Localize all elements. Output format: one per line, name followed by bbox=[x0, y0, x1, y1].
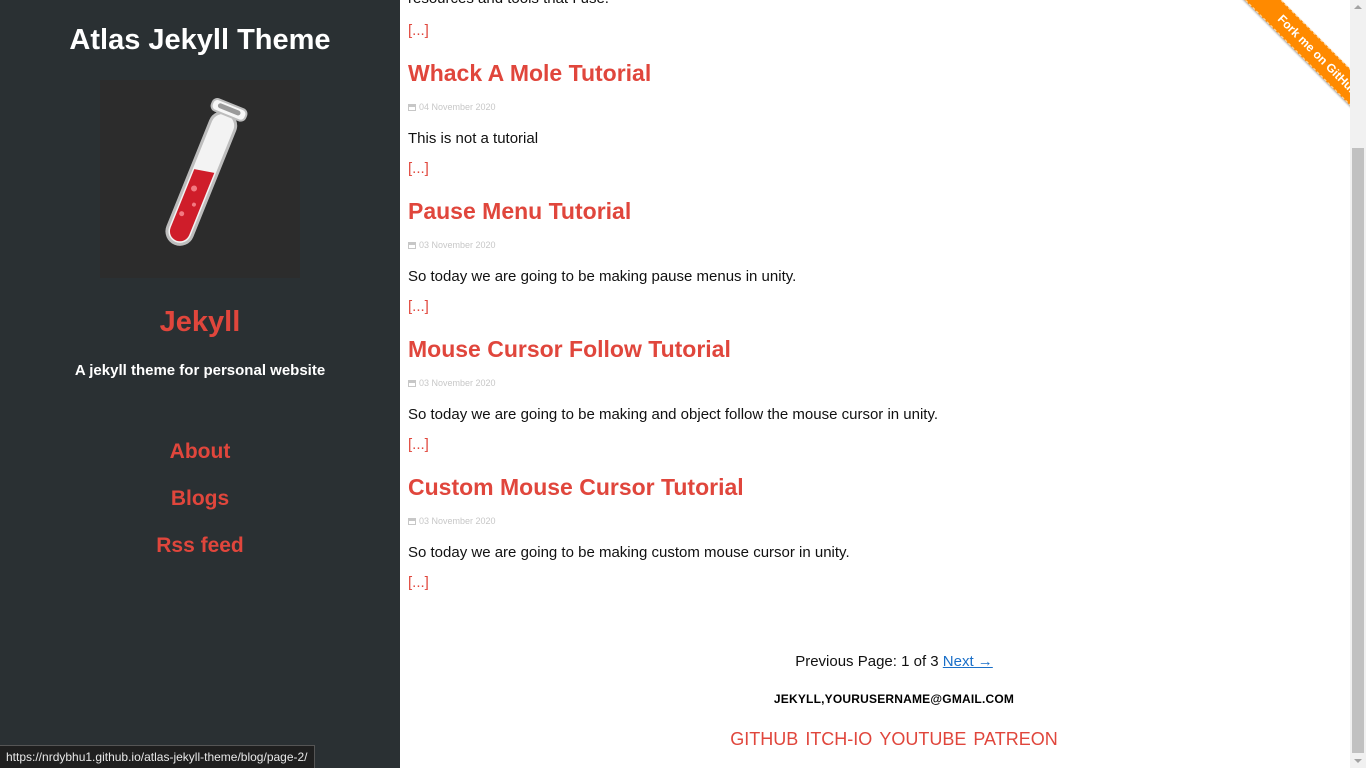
post-title[interactable]: Pause Menu Tutorial bbox=[408, 188, 1328, 234]
post-item: Mouse Cursor Follow Tutorial 03 November… bbox=[408, 326, 1328, 456]
calendar-icon bbox=[408, 104, 416, 111]
nav-rss-feed[interactable]: Rss feed bbox=[0, 530, 400, 577]
scrollbar-thumb[interactable] bbox=[1352, 148, 1364, 753]
post-date-text: 03 November 2020 bbox=[419, 516, 496, 526]
post-item: Whack A Mole Tutorial 04 November 2020 T… bbox=[408, 50, 1328, 180]
read-more-link[interactable]: [...] bbox=[408, 434, 1328, 456]
social-youtube-link[interactable]: YOUTUBE bbox=[879, 729, 966, 749]
tagline: A jekyll theme for personal website bbox=[74, 362, 326, 379]
post-list: resources and tools that I use. [...] Wh… bbox=[408, 0, 1328, 594]
calendar-icon bbox=[408, 518, 416, 525]
contact-email[interactable]: JEKYLL,YOURUSERNAME@GMAIL.COM bbox=[400, 692, 1350, 706]
post-excerpt: So today we are going to be making custo… bbox=[408, 544, 850, 561]
post-date: 03 November 2020 bbox=[408, 514, 1328, 528]
nav-blogs[interactable]: Blogs bbox=[0, 483, 400, 530]
social-patreon-link[interactable]: PATREON bbox=[973, 729, 1057, 749]
post-title[interactable]: Mouse Cursor Follow Tutorial bbox=[408, 326, 1328, 372]
calendar-icon bbox=[408, 242, 416, 249]
social-itchio-link[interactable]: ITCH-IO bbox=[805, 729, 872, 749]
browser-status-bar: https://nrdybhu1.github.io/atlas-jekyll-… bbox=[0, 745, 315, 768]
post-date: 04 November 2020 bbox=[408, 100, 1328, 114]
post-date-text: 03 November 2020 bbox=[419, 240, 496, 250]
read-more-link[interactable]: [...] bbox=[408, 296, 1328, 318]
post-date-text: 03 November 2020 bbox=[419, 378, 496, 388]
read-more-link[interactable]: [...] bbox=[408, 20, 1328, 42]
post-title[interactable]: Custom Mouse Cursor Tutorial bbox=[408, 464, 1328, 510]
avatar bbox=[100, 80, 300, 278]
post-date: 03 November 2020 bbox=[408, 238, 1328, 252]
fork-me-ribbon[interactable]: Fork me on GitHub bbox=[1238, 0, 1350, 135]
post-title[interactable]: Whack A Mole Tutorial bbox=[408, 50, 1328, 96]
post-date-text: 04 November 2020 bbox=[419, 102, 496, 112]
social-links: GITHUB ITCH-IO YOUTUBE PATREON bbox=[400, 729, 1350, 750]
test-tube-icon bbox=[165, 98, 248, 246]
pagination: Previous Page: 1 of 3 Next → bbox=[400, 651, 1350, 673]
post-item: Custom Mouse Cursor Tutorial 03 November… bbox=[408, 464, 1328, 594]
social-github-link[interactable]: GITHUB bbox=[730, 729, 798, 749]
pagination-previous: Previous bbox=[795, 653, 854, 670]
pagination-next-link[interactable]: Next → bbox=[943, 653, 993, 670]
post-item: Pause Menu Tutorial 03 November 2020 So … bbox=[408, 188, 1328, 318]
vertical-scrollbar[interactable] bbox=[1350, 0, 1366, 768]
post-excerpt: So today we are going to be making pause… bbox=[408, 268, 797, 285]
github-ribbon: Fork me on GitHub bbox=[1200, 0, 1350, 150]
post-date: 03 November 2020 bbox=[408, 376, 1328, 390]
sidebar-nav: About Blogs Rss feed bbox=[0, 436, 400, 577]
post-excerpt: This is not a tutorial bbox=[408, 130, 539, 147]
post-excerpt: So today we are going to be making and o… bbox=[408, 406, 939, 423]
read-more-link[interactable]: [...] bbox=[408, 158, 1328, 180]
site-title[interactable]: Atlas Jekyll Theme bbox=[0, 20, 400, 60]
pagination-info: Page: 1 of 3 bbox=[857, 653, 939, 670]
previous-post-excerpt: resources and tools that I use. bbox=[408, 0, 1328, 12]
scroll-up-arrow-icon[interactable] bbox=[1354, 5, 1362, 9]
nav-about[interactable]: About bbox=[0, 436, 400, 483]
profile-name: Jekyll bbox=[159, 306, 241, 338]
sidebar: Atlas Jekyll Theme Jekyll A jekyll theme… bbox=[0, 0, 400, 768]
scroll-down-arrow-icon[interactable] bbox=[1354, 759, 1362, 763]
read-more-link[interactable]: [...] bbox=[408, 572, 1328, 594]
calendar-icon bbox=[408, 380, 416, 387]
